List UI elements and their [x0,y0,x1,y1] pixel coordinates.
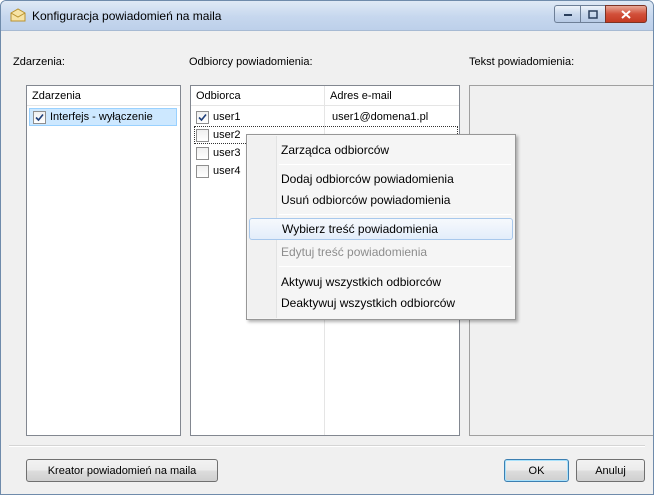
recipient-name: user1 [213,111,241,123]
recipient-checkbox[interactable] [196,146,209,160]
text-section-label: Tekst powiadomienia: [469,56,575,68]
cancel-button[interactable]: Anuluj [576,459,645,482]
events-column-header[interactable]: Zdarzenia [32,90,81,102]
title-bar[interactable]: Konfiguracja powiadomień na maila [1,1,653,31]
menu-item-deactivate-all[interactable]: Deaktywuj wszystkich odbiorców [249,292,513,314]
recipient-checkbox[interactable] [196,110,209,124]
recipient-name: user3 [213,147,241,159]
table-row[interactable]: user1 user1@domena1.pl [194,108,458,126]
menu-item-add-recipients[interactable]: Dodaj odbiorców powiadomienia [249,168,513,190]
event-label: Interfejs - wyłączenie [50,111,153,123]
menu-item-edit-text: Edytuj treść powiadomienia [281,245,428,259]
recipient-checkbox[interactable] [196,128,209,142]
ok-button[interactable]: OK [504,459,569,482]
recipient-column-header[interactable]: Odbiorca [196,90,241,102]
notification-wizard-button[interactable]: Kreator powiadomień na maila [26,459,218,482]
events-list-header: Zdarzenia [27,86,180,106]
close-icon [621,9,631,19]
window-title: Konfiguracja powiadomień na maila [32,9,222,23]
recipient-name: user2 [213,129,241,141]
recipient-name: user4 [213,165,241,177]
menu-item-remove-recipients[interactable]: Usuń odbiorców powiadomienia [249,189,513,211]
events-section-label: Zdarzenia: [13,56,65,68]
event-checkbox[interactable] [33,110,46,124]
menu-item-recipient-manager[interactable]: Zarządca odbiorców [249,139,513,161]
mail-envelope-icon [10,8,26,22]
menu-item-activate-all[interactable]: Aktywuj wszystkich odbiorców [249,271,513,293]
menu-separator [279,266,511,267]
events-list[interactable]: Zdarzenia Interfejs - wyłączenie [26,85,181,436]
dialog-window: Konfiguracja powiadomień na maila Zdarze… [0,0,654,495]
divider-highlight [9,446,645,447]
list-item[interactable]: Interfejs - wyłączenie [29,108,177,126]
minimize-icon [563,14,572,16]
recipients-list-header: Odbiorca Adres e-mail [191,86,459,106]
context-menu: Zarządca odbiorców Dodaj odbiorców powia… [246,134,516,320]
checkmark-icon [35,113,44,121]
column-divider[interactable] [324,86,325,106]
maximize-button[interactable] [580,5,605,23]
recipient-email: user1@domena1.pl [332,111,429,123]
email-column-header[interactable]: Adres e-mail [330,90,392,102]
menu-separator [279,164,511,165]
close-button[interactable] [605,5,647,23]
checkmark-icon [198,113,207,121]
minimize-button[interactable] [554,5,580,23]
recipient-checkbox[interactable] [196,164,209,178]
recipients-section-label: Odbiorcy powiadomienia: [189,56,313,68]
menu-item-choose-text[interactable]: Wybierz treść powiadomienia [249,218,513,240]
menu-separator [279,214,511,215]
maximize-icon [588,9,598,19]
